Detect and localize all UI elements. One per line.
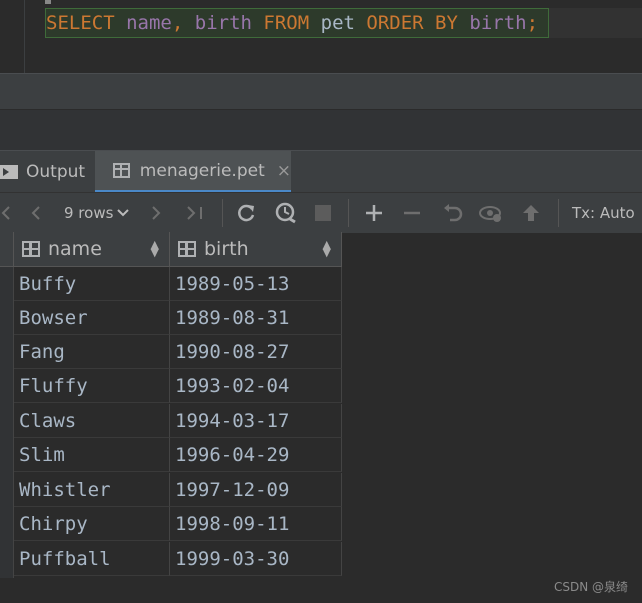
sql-keyword-from: FROM [263,12,310,34]
tab-pet-label: menagerie.pet [139,160,265,181]
table-cell[interactable]: 1989-05-13 [170,267,342,301]
sql-table-name: pet [320,12,355,34]
result-toolbar: 9 rows Tx: Auto [0,192,642,233]
revert-icon[interactable] [440,193,466,233]
table-cell[interactable]: Slim [14,438,170,472]
column-header-name[interactable]: name ▲ ▼ [14,232,170,267]
fold-marker [45,0,51,4]
tab-output[interactable]: Output [0,151,92,193]
sort-icon[interactable]: ▲ ▼ [323,239,331,258]
services-toolbar [0,109,642,151]
watermark: CSDN @泉绮 [553,580,628,594]
row-number-header [0,232,14,267]
table-cell[interactable]: Bowser [14,301,170,335]
column-icon [178,241,196,257]
first-page-icon[interactable] [0,193,12,233]
table-cell[interactable]: 1994-03-17 [170,404,342,438]
rows-count-label: 9 rows [64,204,114,222]
add-row-icon[interactable] [362,193,386,233]
sql-column-name: name [126,12,172,34]
table-cell[interactable]: Buffy [14,267,170,301]
last-page-icon[interactable] [182,193,208,233]
tab-output-label: Output [26,162,86,182]
table-cell[interactable]: 1996-04-29 [170,438,342,472]
sql-column-birth: birth [194,12,252,34]
view-icon[interactable] [478,193,504,233]
stop-icon[interactable] [312,193,334,233]
sql-editor[interactable]: SELECT name, birth FROM pet ORDER BY bir… [0,0,642,73]
column-icon [22,241,40,257]
table-cell[interactable]: Fang [14,335,170,369]
panel-divider[interactable] [0,73,642,110]
table-cell[interactable]: Puffball [14,542,170,576]
sql-semicolon: ; [526,12,539,34]
table-cell[interactable]: Claws [14,404,170,438]
table-cell[interactable]: 1997-12-09 [170,473,342,507]
sort-icon[interactable]: ▲ ▼ [151,239,159,258]
table-icon [113,163,130,178]
tab-menagerie-pet[interactable]: menagerie.pet × [95,151,291,193]
table-cell[interactable]: 1990-08-27 [170,335,342,369]
toolbar-separator [558,199,559,227]
prev-page-icon[interactable] [26,193,46,233]
close-icon[interactable]: × [277,161,291,181]
column-header-label: name [48,238,102,260]
refresh-icon[interactable] [232,193,260,233]
table-cell[interactable]: Fluffy [14,369,170,403]
result-tabs: Output menagerie.pet × [0,150,642,193]
toolbar-separator [348,199,349,227]
table-cell[interactable]: Whistler [14,473,170,507]
table-cell[interactable]: Chirpy [14,507,170,541]
sql-order-column: birth [469,12,527,34]
sql-keyword-order-by: ORDER BY [366,12,458,34]
output-icon [0,165,18,179]
sql-code-line[interactable]: SELECT name, birth FROM pet ORDER BY bir… [45,8,549,38]
row-number-gutter [0,267,14,578]
table-cell[interactable]: 1993-02-04 [170,369,342,403]
transaction-mode-dropdown[interactable]: Tx: Auto [572,193,635,233]
history-icon[interactable] [272,193,300,233]
rows-dropdown[interactable]: 9 rows [64,193,130,233]
table-cell[interactable]: 1999-03-30 [170,542,342,576]
column-header-birth[interactable]: birth ▲ ▼ [170,232,342,267]
remove-row-icon[interactable] [400,193,424,233]
tx-mode-label: Tx: Auto [572,204,635,222]
chevron-down-icon [117,209,130,217]
toolbar-separator [222,199,223,227]
grid-empty-area [0,578,642,603]
sql-comma: , [171,12,184,34]
submit-icon[interactable] [518,193,544,233]
column-header-label: birth [204,238,249,260]
table-cell[interactable]: 1998-09-11 [170,507,342,541]
current-line-highlight [549,8,642,38]
result-grid[interactable]: name ▲ ▼ birth ▲ ▼ Buffy 1989-05-13 Bowser… [0,232,342,578]
next-page-icon[interactable] [146,193,166,233]
table-cell[interactable]: 1989-08-31 [170,301,342,335]
sql-keyword-select: SELECT [46,12,115,34]
editor-gutter [24,0,25,73]
